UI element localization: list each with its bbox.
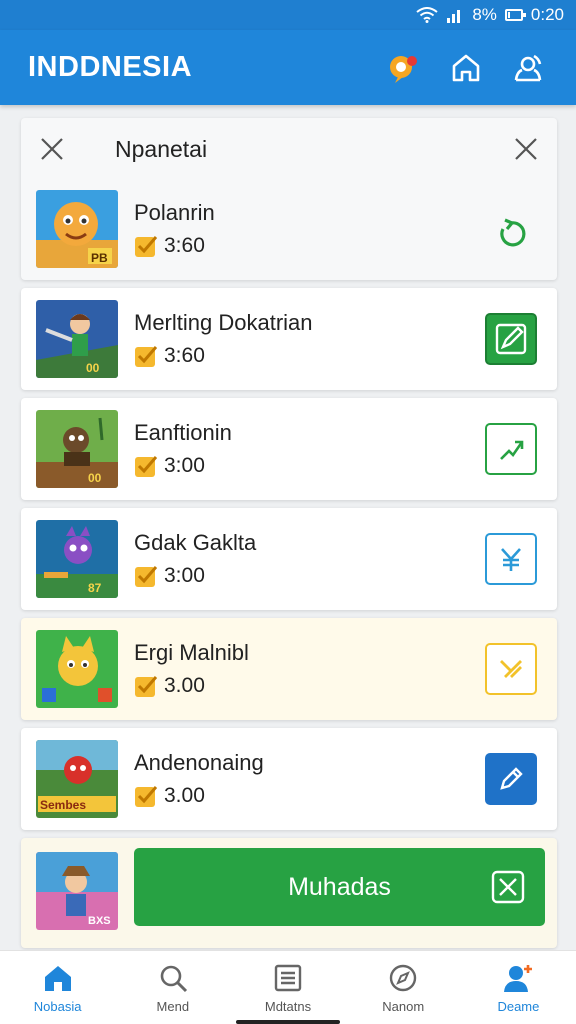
item-meta: 3:00	[134, 564, 205, 588]
battery-icon	[504, 9, 526, 21]
yen-button[interactable]	[485, 533, 537, 585]
list-item[interactable]: Ergi Malnibl 3.00	[21, 618, 557, 720]
close-button-left[interactable]	[37, 134, 67, 164]
checkbox-icon	[135, 456, 158, 477]
star-button[interactable]	[485, 643, 537, 695]
nav-item-home[interactable]: Nobasia	[0, 951, 115, 1024]
close-button-right[interactable]	[511, 134, 541, 164]
yen-icon	[501, 548, 521, 571]
list-icon	[274, 964, 302, 992]
svg-text:BXS: BXS	[88, 915, 111, 927]
checkbox-icon	[135, 236, 158, 257]
checkbox-icon	[135, 786, 158, 807]
item-meta: 3.00	[134, 674, 205, 698]
app-actions	[384, 48, 548, 88]
trend-icon	[500, 440, 524, 460]
trend-button[interactable]	[485, 423, 537, 475]
item-meta: 3:60	[134, 234, 205, 258]
item-value: 3:00	[164, 454, 205, 477]
featured-action-label: Muhadas	[288, 872, 391, 901]
game-thumbnail	[36, 630, 118, 708]
battery-percent: 8%	[472, 5, 497, 24]
close-icon	[41, 138, 63, 160]
item-title: Andenonaing	[134, 750, 264, 775]
game-thumbnail: PB	[36, 190, 118, 268]
game-thumbnail: 87	[36, 520, 118, 598]
featured-action-button[interactable]: Muhadas	[134, 848, 545, 926]
item-value: 3.00	[164, 784, 205, 807]
app-bar: INDDNESIA	[0, 30, 576, 105]
nav-item-compass[interactable]: Nanom	[346, 951, 461, 1024]
nav-item-search[interactable]: Mend	[115, 951, 230, 1024]
game-thumbnail: Sembes	[36, 740, 118, 818]
list-item[interactable]: 00 Merlting Dokatrian 3:60	[21, 288, 557, 390]
checkbox-icon	[135, 676, 158, 697]
game-thumbnail: 00	[36, 300, 118, 378]
item-value: 3:00	[164, 564, 205, 587]
svg-text:00: 00	[86, 361, 100, 375]
svg-text:00: 00	[88, 471, 102, 485]
app-title: INDDNESIA	[28, 51, 193, 83]
home-button[interactable]	[446, 48, 486, 88]
nav-label: Mdtatns	[264, 999, 312, 1014]
item-title: Gdak Gaklta	[134, 530, 257, 555]
star-icon	[500, 660, 522, 678]
item-meta: 3:60	[134, 344, 205, 368]
close-box-icon	[491, 870, 525, 904]
refresh-icon	[500, 218, 526, 247]
edit-icon	[495, 323, 527, 355]
checkbox-icon	[135, 566, 158, 587]
bottom-nav: Nobasia Mend Mdtatns Nanom Deame	[0, 950, 576, 1024]
nav-item-profile[interactable]: Deame	[461, 951, 576, 1024]
compass-icon	[390, 964, 417, 992]
home-icon	[452, 54, 480, 81]
edit-icon	[500, 767, 523, 790]
search-title: Npanetai	[115, 135, 208, 162]
checkbox-icon	[135, 346, 158, 367]
map-pin-icon	[390, 55, 417, 83]
nav-label: Nanom	[382, 999, 425, 1014]
list-item[interactable]: Sembes Andenonaing 3.00	[21, 728, 557, 830]
user-button[interactable]	[508, 48, 548, 88]
wifi-icon	[416, 7, 438, 23]
battery-fill	[507, 12, 510, 18]
refresh-button[interactable]	[485, 208, 537, 260]
user-icon	[514, 54, 542, 81]
item-title: Eanftionin	[134, 420, 232, 445]
signal-icon	[447, 10, 461, 23]
svg-text:Sembes: Sembes	[40, 798, 86, 812]
item-title: Merlting Dokatrian	[134, 310, 313, 335]
edit-button[interactable]	[485, 753, 537, 805]
home-indicator	[236, 1020, 340, 1024]
game-thumbnail: BXS	[36, 852, 118, 930]
svg-text:87: 87	[88, 581, 102, 595]
nav-item-list[interactable]: Mdtatns	[230, 951, 345, 1024]
item-value: 3:60	[164, 234, 205, 257]
clock: 0:20	[530, 5, 564, 24]
profile-icon	[504, 965, 533, 992]
svg-text:PB: PB	[91, 251, 108, 265]
list-item[interactable]: Npanetai PB Polanrin 3:60	[21, 118, 557, 280]
game-thumbnail: 00	[36, 410, 118, 488]
home-icon	[44, 966, 71, 991]
item-value: 3.00	[164, 674, 205, 697]
status-bar: 8% 0:20	[0, 0, 576, 30]
list-item[interactable]: 00 Eanftionin 3:00	[21, 398, 557, 500]
item-title: Polanrin	[134, 200, 215, 225]
nav-label: Mend	[156, 999, 190, 1014]
item-title: Ergi Malnibl	[134, 640, 249, 665]
map-pin-button[interactable]	[384, 48, 424, 88]
edit-button[interactable]	[485, 313, 537, 365]
item-meta: 3:00	[134, 454, 205, 478]
nav-label: Nobasia	[33, 999, 82, 1014]
item-value: 3:60	[164, 344, 205, 367]
item-meta: 3.00	[134, 784, 205, 808]
search-row: Npanetai	[21, 118, 557, 180]
list-item[interactable]: 87 Gdak Gaklta 3:00	[21, 508, 557, 610]
featured-item: BXS Muhadas	[21, 838, 557, 948]
close-icon	[515, 138, 537, 160]
nav-label: Deame	[497, 999, 540, 1014]
search-icon	[160, 965, 187, 993]
